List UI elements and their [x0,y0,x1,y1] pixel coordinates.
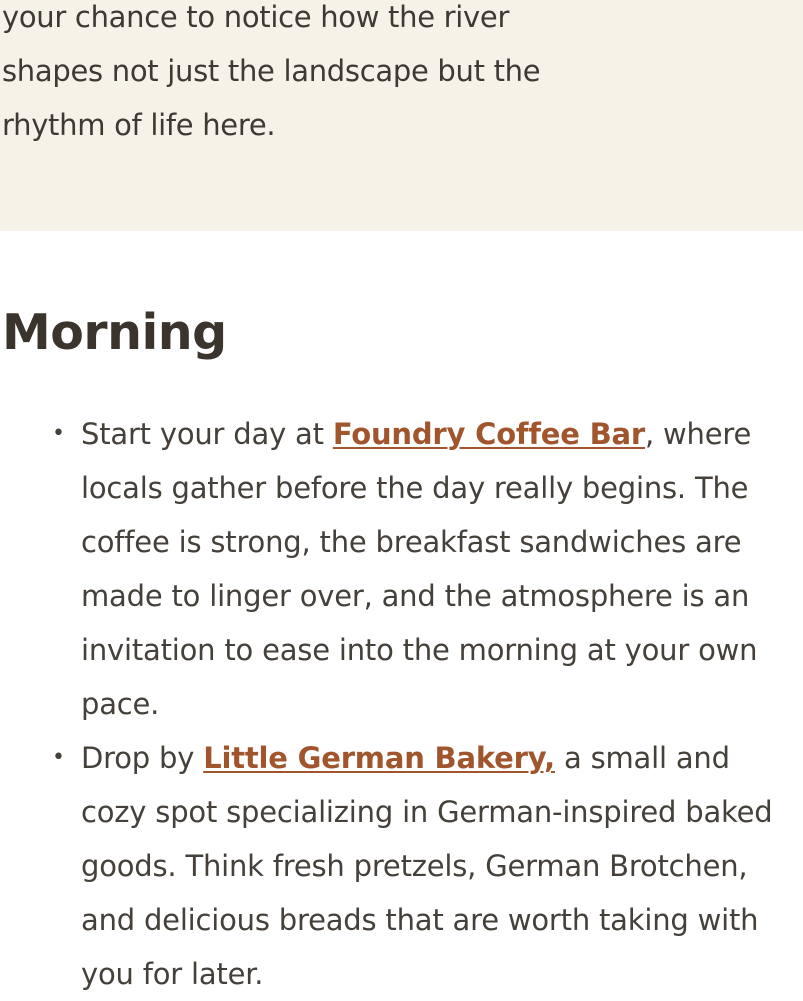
item-text-suffix: , where locals gather before the day rea… [81,417,758,721]
list-item: • Start your day at Foundry Coffee Bar, … [0,407,803,731]
foundry-coffee-bar-link[interactable]: Foundry Coffee Bar [333,417,645,451]
intro-paragraph: your chance to notice how the river shap… [2,0,541,142]
intro-section: your chance to notice how the river shap… [0,0,803,231]
morning-tips-list: • Start your day at Foundry Coffee Bar, … [0,407,803,1001]
item-text-prefix: Start your day at [81,417,333,451]
bullet-icon: • [52,745,65,770]
section-heading-morning: Morning [2,304,227,361]
bullet-icon: • [52,421,65,446]
list-item: • Drop by Little German Bakery, a small … [0,731,803,1001]
little-german-bakery-link[interactable]: Little German Bakery, [203,741,555,775]
item-text-prefix: Drop by [81,741,204,775]
item-text-suffix: a small and cozy spot specializing in Ge… [81,741,773,991]
